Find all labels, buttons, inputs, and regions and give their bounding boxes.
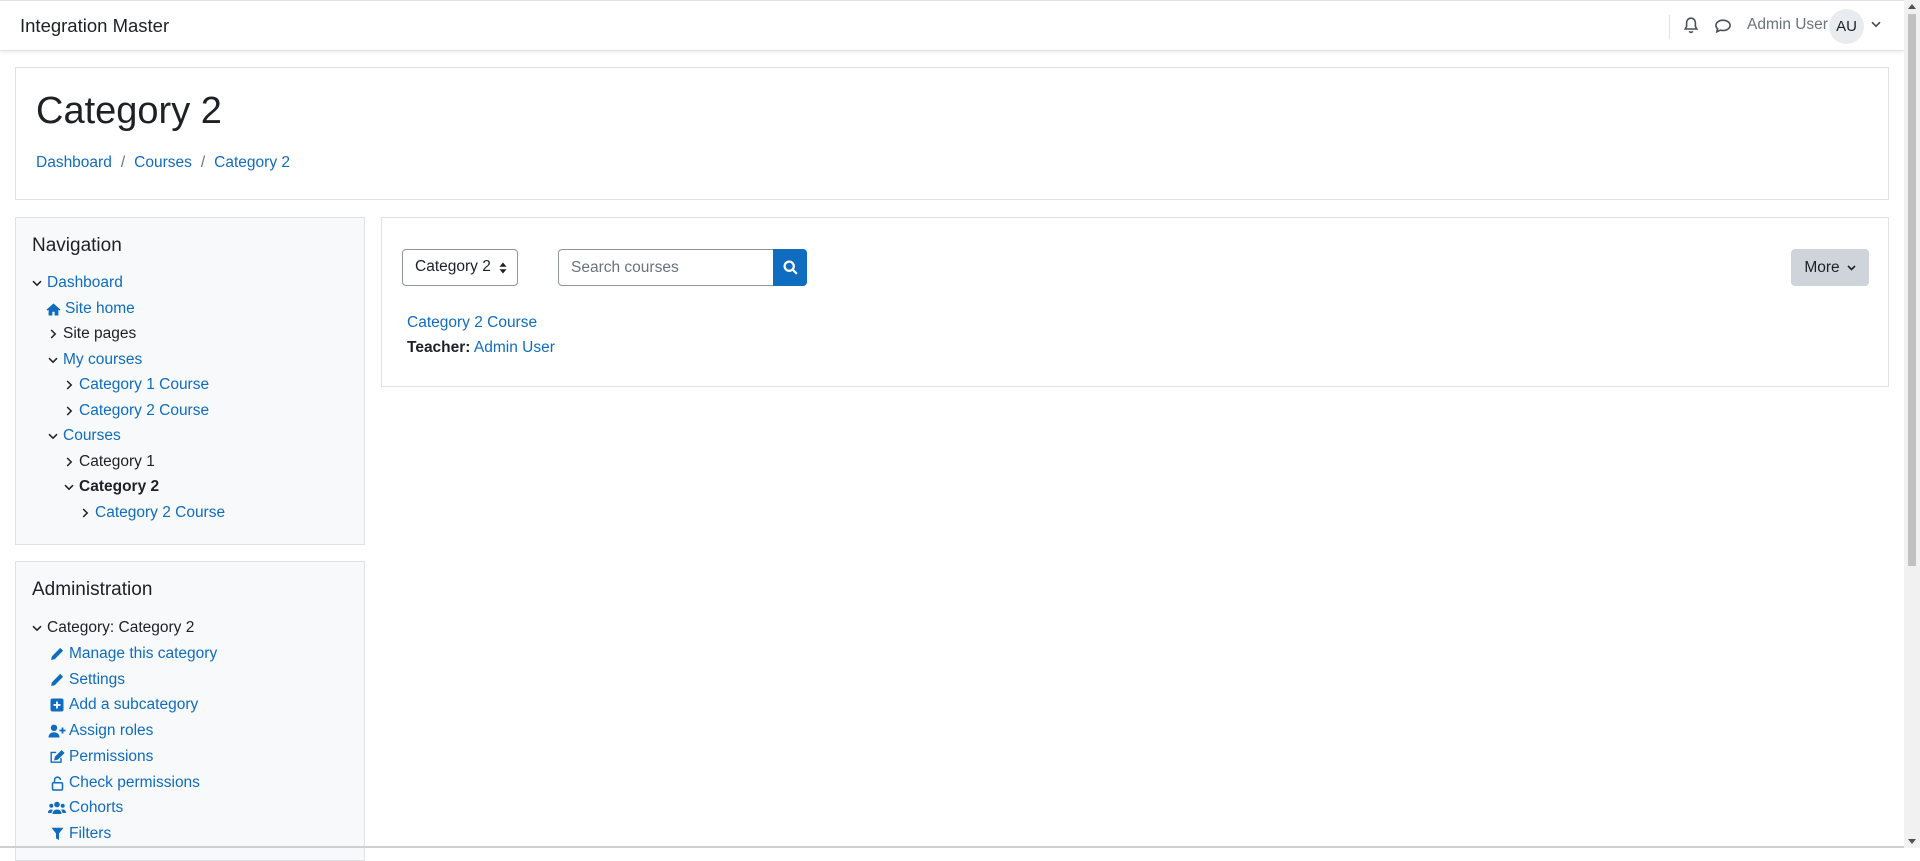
plus-square-icon <box>48 698 66 712</box>
select-arrows-icon <box>499 262 507 274</box>
course-teacher: Teacher: Admin User <box>407 339 555 357</box>
admin-item-label[interactable]: Check permissions <box>69 774 200 792</box>
avatar[interactable]: AU <box>1829 9 1864 44</box>
pencil-icon <box>48 673 66 687</box>
top-navbar: Integration Master Admin User AU <box>0 0 1904 51</box>
home-icon <box>44 303 62 316</box>
chevron-right-icon <box>62 380 76 390</box>
nav-item-category-2-course[interactable]: Category 2 Course <box>62 400 209 422</box>
chevron-down-icon <box>46 433 60 440</box>
nav-item-category-2-course-nested[interactable]: Category 2 Course <box>78 502 225 524</box>
chevron-down-icon <box>30 625 44 632</box>
admin-item-label[interactable]: Add a subcategory <box>69 696 198 714</box>
admin-item-assign-roles[interactable]: Assign roles <box>48 720 153 742</box>
admin-item-permissions[interactable]: Permissions <box>48 746 153 768</box>
breadcrumb-separator: / <box>120 154 126 171</box>
scroll-down-arrow-icon[interactable] <box>1908 839 1916 844</box>
admin-item-label[interactable]: Filters <box>69 825 111 843</box>
admin-item-label[interactable]: Cohorts <box>69 799 123 817</box>
navigation-title: Navigation <box>32 235 122 256</box>
user-name[interactable]: Admin User <box>1747 16 1828 34</box>
chevron-down-icon <box>46 357 60 364</box>
breadcrumb-courses[interactable]: Courses <box>134 154 192 172</box>
search-button[interactable] <box>773 249 807 286</box>
pencil-icon <box>48 647 66 661</box>
chevron-right-icon <box>62 457 76 467</box>
chevron-down-icon <box>62 484 76 491</box>
category-select[interactable]: Category 2 <box>402 249 518 286</box>
admin-item-filters[interactable]: Filters <box>48 823 111 845</box>
scroll-up-arrow-icon[interactable] <box>1908 4 1916 9</box>
category-select-value: Category 2 <box>415 258 491 275</box>
admin-item-settings[interactable]: Settings <box>48 669 125 691</box>
admin-item-label[interactable]: Assign roles <box>69 722 153 740</box>
bell-icon[interactable] <box>1683 16 1699 34</box>
chevron-right-icon <box>46 329 60 339</box>
nav-item-label: Category 1 <box>79 453 155 470</box>
admin-item-category[interactable]: Category: Category 2 <box>30 617 194 639</box>
breadcrumb-dashboard[interactable]: Dashboard <box>36 154 112 172</box>
admin-item-check-permissions[interactable]: Check permissions <box>48 772 200 794</box>
nav-item-label[interactable]: Courses <box>63 427 121 445</box>
admin-item-label[interactable]: Manage this category <box>69 645 217 663</box>
nav-item-site-pages[interactable]: Site pages <box>46 323 136 345</box>
unlock-icon <box>48 775 66 791</box>
chevron-down-icon <box>1847 264 1856 271</box>
nav-item-label[interactable]: Category 2 Course <box>95 504 225 522</box>
nav-item-label: Site pages <box>63 325 137 342</box>
nav-item-label[interactable]: Site home <box>65 300 135 318</box>
nav-item-dashboard[interactable]: Dashboard <box>30 272 123 294</box>
admin-item-label[interactable]: Settings <box>69 671 125 689</box>
admin-item-label[interactable]: Permissions <box>69 748 153 766</box>
nav-item-category-1-course[interactable]: Category 1 Course <box>62 374 209 396</box>
breadcrumb-separator: / <box>200 154 206 171</box>
admin-item-cohorts[interactable]: Cohorts <box>48 797 123 819</box>
search-icon <box>782 260 798 275</box>
breadcrumb-category-2[interactable]: Category 2 <box>214 154 290 172</box>
chevron-down-icon[interactable] <box>1871 21 1881 28</box>
more-button-label: More <box>1804 258 1840 276</box>
administration-block: Administration Category: Category 2 Mana… <box>15 561 365 861</box>
page-scrollbar[interactable] <box>1904 0 1920 848</box>
admin-item-label: Category: Category 2 <box>47 619 195 636</box>
site-brand[interactable]: Integration Master <box>20 15 169 37</box>
nav-item-category-1[interactable]: Category 1 <box>62 451 155 473</box>
teacher-link[interactable]: Admin User <box>474 339 555 356</box>
search-courses-input[interactable] <box>558 249 774 286</box>
edit-square-icon <box>48 750 66 764</box>
nav-item-label[interactable]: Dashboard <box>47 274 123 292</box>
chevron-down-icon <box>30 280 44 287</box>
admin-item-manage-category[interactable]: Manage this category <box>48 643 217 665</box>
page-title: Category 2 <box>36 90 222 132</box>
scrollbar-thumb[interactable] <box>1908 14 1916 566</box>
chevron-right-icon <box>62 406 76 416</box>
filter-icon <box>48 827 66 841</box>
nav-item-label[interactable]: Category 1 Course <box>79 376 209 394</box>
main-content: Category 2 More Category 2 Course Teache… <box>381 217 1889 387</box>
users-icon <box>48 801 66 815</box>
more-button[interactable]: More <box>1791 249 1869 286</box>
nav-item-label: Category 2 <box>79 478 160 495</box>
course-link[interactable]: Category 2 Course <box>407 314 537 332</box>
nav-item-courses[interactable]: Courses <box>46 425 121 447</box>
nav-item-label[interactable]: Category 2 Course <box>79 402 209 420</box>
teacher-label: Teacher: <box>407 339 471 356</box>
page-header: Category 2 Dashboard / Courses / Categor… <box>15 67 1889 200</box>
nav-item-site-home[interactable]: Site home <box>44 298 135 320</box>
navbar-divider <box>1669 15 1670 39</box>
admin-item-add-subcategory[interactable]: Add a subcategory <box>48 694 198 716</box>
nav-item-category-2[interactable]: Category 2 <box>62 476 159 498</box>
chat-icon[interactable] <box>1714 18 1732 34</box>
nav-item-my-courses[interactable]: My courses <box>46 349 142 371</box>
nav-item-label[interactable]: My courses <box>63 351 142 369</box>
navigation-block: Navigation Dashboard Site home Site page… <box>15 217 365 545</box>
administration-title: Administration <box>32 579 153 600</box>
user-plus-icon <box>48 724 66 738</box>
chevron-right-icon <box>78 508 92 518</box>
breadcrumb: Dashboard / Courses / Category 2 <box>36 154 290 172</box>
